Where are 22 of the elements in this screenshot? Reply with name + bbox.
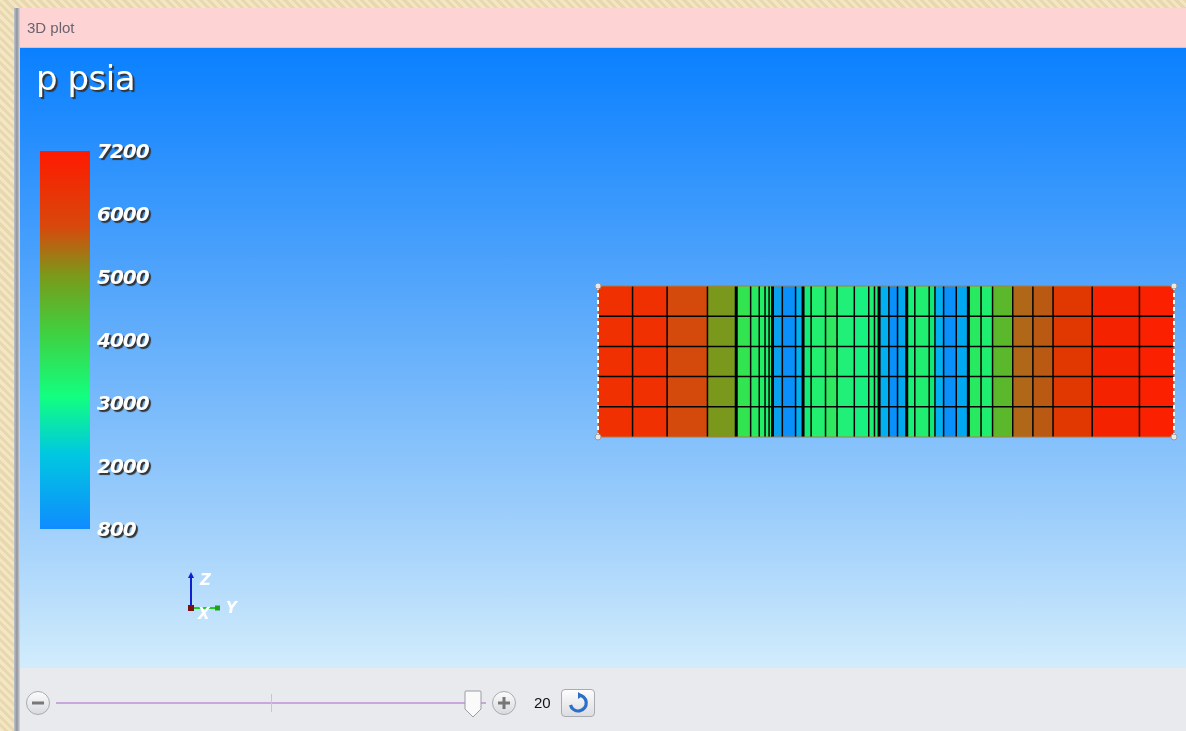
panel-title: 3D plot	[27, 19, 75, 36]
zoom-slider[interactable]	[56, 687, 486, 718]
scale-label: 7200	[97, 139, 149, 163]
scale-label: 2000	[97, 454, 149, 478]
axis-label: Y	[226, 601, 237, 616]
scale-label: 6000	[97, 202, 149, 226]
plus-icon	[498, 696, 510, 709]
plot-viewport[interactable]: p psia 7200 6000 5000 4000 3000 2000 800 Z X Y	[20, 48, 1186, 668]
scale-label: 5000	[97, 265, 149, 289]
axis-label: Z	[200, 573, 211, 588]
legend-title: p psia	[36, 58, 135, 98]
zoom-out-button[interactable]	[26, 690, 50, 715]
zoom-in-button[interactable]	[492, 690, 516, 715]
scale-label: 3000	[97, 391, 149, 415]
zoom-value: 20	[534, 694, 551, 711]
scale-label: 4000	[97, 328, 149, 352]
reset-view-button[interactable]	[560, 688, 595, 717]
minus-icon	[32, 700, 44, 705]
scale-label: 800	[97, 517, 136, 541]
axis-label: X	[198, 607, 210, 622]
rotate-icon	[566, 691, 589, 714]
slider-thumb[interactable]	[464, 689, 483, 718]
